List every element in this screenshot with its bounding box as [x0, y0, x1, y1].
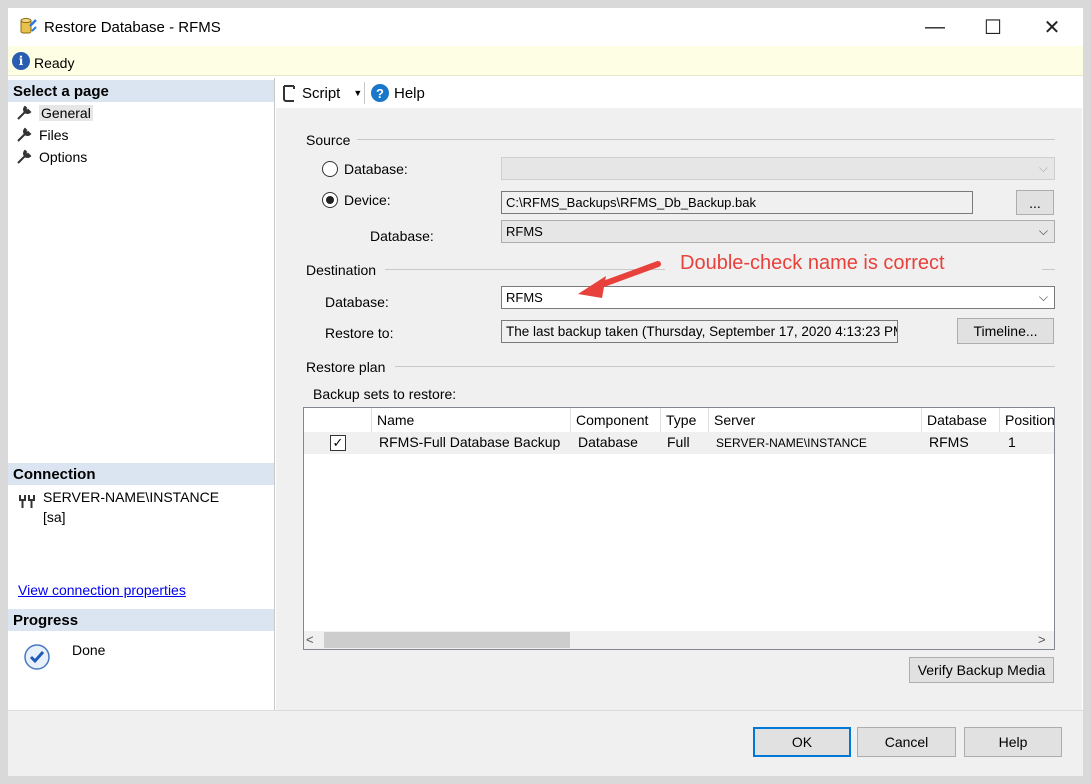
select-page-header: Select a page — [8, 80, 274, 102]
browse-device-button[interactable]: ... — [1016, 190, 1054, 215]
source-database-radio[interactable] — [322, 161, 338, 177]
chevron-down-icon: ⌵ — [1038, 290, 1048, 304]
source-database-radio-label: Database: — [344, 161, 408, 177]
source-group-label: Source — [306, 132, 357, 148]
connection-user: [sa] — [43, 509, 66, 525]
row-position: 1 — [1008, 434, 1016, 450]
view-connection-properties-link[interactable]: View connection properties — [18, 582, 186, 598]
help-button[interactable]: Help — [964, 727, 1062, 757]
maximize-icon: ☐ — [984, 16, 1002, 39]
dropdown-arrow-icon: ▼ — [353, 88, 363, 98]
scrollbar-thumb[interactable] — [324, 632, 570, 648]
row-component: Database — [578, 434, 638, 450]
connection-header: Connection — [8, 463, 274, 485]
row-name: RFMS-Full Database Backup — [379, 434, 561, 450]
restore-plan-group-line — [395, 366, 1055, 367]
source-database-label: Database: — [370, 228, 434, 244]
script-label: Script — [302, 84, 341, 102]
maximize-button[interactable]: ☐ — [964, 8, 1022, 46]
status-text: Ready — [34, 55, 75, 71]
column-header-type[interactable]: Type — [661, 408, 709, 432]
minimize-icon: — — [925, 15, 945, 38]
window-title: Restore Database - RFMS — [44, 19, 221, 36]
timeline-button[interactable]: Timeline... — [957, 318, 1054, 344]
source-device-radio[interactable] — [322, 192, 338, 208]
restore-to-label: Restore to: — [325, 325, 394, 341]
page-item-general[interactable]: General — [16, 104, 93, 121]
restore-plan-group-label: Restore plan — [306, 359, 392, 375]
progress-header: Progress — [8, 609, 274, 631]
destination-database-value: RFMS — [506, 290, 543, 305]
row-server: SERVER-NAME\INSTANCE — [716, 436, 867, 450]
row-database: RFMS — [929, 434, 969, 450]
help-toolbar-button[interactable]: ? Help — [371, 84, 425, 102]
column-header-name[interactable]: Name — [372, 408, 571, 432]
close-icon: ✕ — [1043, 16, 1061, 39]
scroll-right-icon[interactable]: > — [1038, 632, 1046, 647]
source-device-radio-label: Device: — [344, 192, 391, 208]
script-icon — [283, 85, 295, 102]
device-path-field[interactable]: C:\RFMS_Backups\RFMS_Db_Backup.bak — [501, 191, 973, 214]
done-check-icon — [24, 644, 50, 670]
annotation-arrow-icon — [578, 261, 661, 298]
restore-database-icon — [20, 18, 37, 34]
source-database-value: RFMS — [506, 224, 543, 239]
annotation-text: Double-check name is correct — [680, 252, 945, 274]
help-icon: ? — [371, 84, 389, 102]
connection-server: SERVER-NAME\INSTANCE — [43, 489, 220, 505]
destination-database-label: Database: — [325, 294, 389, 310]
restore-checkbox[interactable]: ✓ — [330, 435, 346, 451]
connection-icon — [19, 495, 35, 508]
verify-backup-media-button[interactable]: Verify Backup Media — [909, 657, 1054, 683]
toolbar-separator — [364, 82, 365, 104]
source-group-line — [357, 139, 1055, 140]
source-database-combo[interactable]: ⌵ — [501, 157, 1055, 180]
destination-group-line-end — [1042, 269, 1055, 270]
scroll-left-icon[interactable]: < — [306, 632, 314, 647]
status-bar — [8, 46, 1083, 76]
column-header-position[interactable]: Position — [1000, 408, 1054, 432]
destination-group-label: Destination — [306, 262, 383, 278]
row-type: Full — [667, 434, 690, 450]
chevron-down-icon: ⌵ — [1038, 224, 1048, 238]
column-header-restore[interactable] — [304, 408, 372, 432]
wrench-icon — [17, 149, 32, 164]
info-icon: i — [12, 52, 30, 70]
close-button[interactable]: ✕ — [1023, 8, 1081, 46]
page-item-label: General — [39, 104, 93, 121]
wrench-icon — [17, 127, 32, 142]
source-database-select[interactable]: RFMS ⌵ — [501, 220, 1055, 243]
column-header-component[interactable]: Component — [571, 408, 661, 432]
page-item-label: Options — [39, 148, 88, 165]
column-header-server[interactable]: Server — [709, 408, 922, 432]
progress-status: Done — [72, 642, 106, 658]
page-item-files[interactable]: Files — [16, 126, 69, 143]
ok-button[interactable]: OK — [753, 727, 851, 757]
cancel-button[interactable]: Cancel — [857, 727, 956, 757]
column-header-database[interactable]: Database — [922, 408, 1000, 432]
wrench-icon — [17, 105, 32, 120]
page-item-options[interactable]: Options — [16, 148, 87, 165]
help-label: Help — [394, 84, 425, 102]
restore-to-field[interactable]: The last backup taken (Thursday, Septemb… — [501, 320, 898, 343]
chevron-down-icon: ⌵ — [1038, 161, 1048, 175]
minimize-button[interactable]: — — [906, 8, 964, 46]
backup-sets-label: Backup sets to restore: — [313, 386, 457, 402]
script-button[interactable]: Script ▼ — [281, 84, 362, 102]
page-item-label: Files — [39, 126, 69, 143]
